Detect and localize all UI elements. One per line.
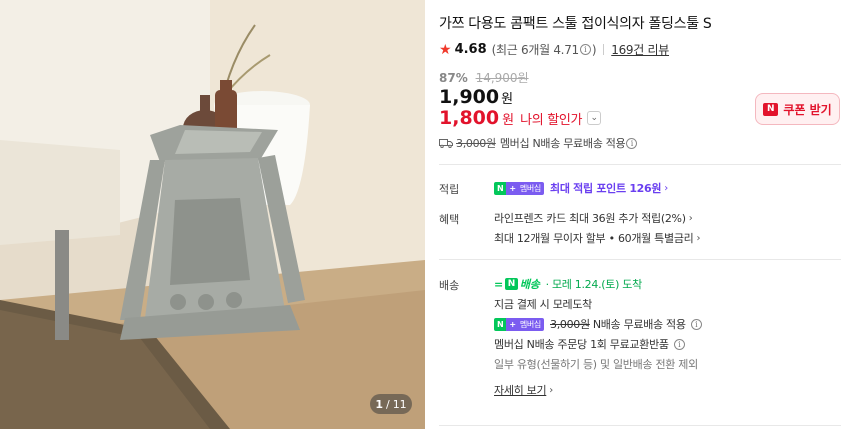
truck-icon — [439, 139, 453, 148]
section-divider — [439, 164, 841, 165]
badge-n: N — [494, 181, 507, 195]
reviews-link[interactable]: 169건 리뷰 — [611, 41, 669, 58]
arrival-date: · 모레 1.24.(토) 도착 — [545, 278, 643, 291]
chevron-right-icon: › — [696, 232, 701, 244]
delivery-details-link[interactable]: 자세히 보기 › — [494, 382, 553, 398]
sale-price-value: 1,900 — [439, 86, 500, 108]
chevron-right-icon: › — [549, 384, 553, 396]
info-icon[interactable]: i — [673, 338, 685, 350]
chevron-right-icon: › — [664, 182, 668, 194]
shipping-text: 멤버십 N배송 무료배송 적용 — [499, 137, 626, 150]
benefit-card-points[interactable]: 라인프렌즈 카드 최대 36원 추가 적립(2%) › — [494, 210, 693, 226]
naver-plus-membership-badge: N + 멤버십 — [494, 317, 544, 331]
section-divider — [439, 425, 841, 426]
my-price-label: 나의 할인가 — [520, 113, 583, 128]
product-photo — [0, 0, 425, 429]
section-divider — [439, 259, 841, 260]
naver-plus-membership-badge: N + 멤버십 — [494, 181, 544, 195]
delivery-fee-text: N배송 무료배송 적용 — [592, 318, 686, 331]
product-title: 가쯔 다용도 콤팩트 스툴 접이식의자 폴딩스툴 S — [439, 16, 712, 32]
product-info-panel: 가쯔 다용도 콤팩트 스툴 접이식의자 폴딩스툴 S ★ 4.68 (최근 6개… — [439, 0, 841, 429]
coupon-button[interactable]: N 쿠폰 받기 — [755, 93, 840, 125]
original-price: 14,900원 — [475, 71, 529, 85]
rating-score: 4.68 — [454, 42, 487, 57]
recent-rating-close: ) — [591, 42, 597, 57]
recent-rating: (최근 6개월 4.71 — [491, 43, 580, 57]
benefits-label: 혜택 — [439, 213, 460, 226]
shipping-fee-original: 3,000원 — [456, 137, 496, 150]
rating-row: ★ 4.68 (최근 6개월 4.71 i ) 169건 리뷰 — [439, 41, 669, 58]
badge-membership: 멤버십 — [518, 317, 544, 331]
benefit-installment[interactable]: 최대 12개월 무이자 할부 • 60개월 특별금리 › — [494, 230, 700, 246]
delivery-label: 배송 — [439, 279, 460, 292]
chevron-down-icon[interactable]: ⌄ — [587, 111, 602, 125]
delivery-arrival-row: = N 배송 · 모레 1.24.(토) 도착 — [494, 276, 642, 292]
benefit-line-2: 최대 12개월 무이자 할부 • 60개월 특별금리 — [494, 232, 694, 245]
n-delivery-icon: N — [504, 278, 518, 290]
my-price-value: 1,800 — [439, 107, 500, 129]
coupon-label: 쿠폰 받기 — [783, 102, 832, 117]
my-discount-price[interactable]: 1,800 원 나의 할인가 ⌄ — [439, 107, 602, 129]
info-icon[interactable]: i — [626, 137, 638, 149]
image-counter: 1 / 11 — [370, 394, 412, 414]
shipping-summary: 3,000원 멤버십 N배송 무료배송 적용 i — [439, 135, 638, 151]
details-link-text: 자세히 보기 — [494, 384, 547, 397]
delivery-pay-line: 지금 결제 시 모레도착 — [494, 298, 592, 311]
chevron-right-icon: › — [688, 212, 693, 224]
info-icon[interactable]: i — [690, 318, 702, 330]
discount-row: 87% 14,900원 — [439, 69, 529, 86]
product-image-gallery[interactable]: 1 / 11 — [0, 0, 425, 429]
delivery-fee-row: N + 멤버십 3,000원 N배송 무료배송 적용 i — [494, 316, 703, 332]
delivery-fee-original: 3,000원 — [550, 318, 590, 331]
badge-n: N — [494, 317, 507, 331]
badge-plus: + — [506, 181, 519, 195]
sale-price: 1,900 원 — [439, 86, 513, 108]
n-delivery-text: 배송 — [519, 278, 540, 291]
badge-membership: 멤버십 — [518, 181, 544, 195]
benefit-line-1: 라인프렌즈 카드 최대 36원 추가 적립(2%) — [494, 212, 686, 225]
badge-plus: + — [506, 317, 519, 331]
info-icon[interactable]: i — [579, 44, 591, 55]
discount-percent: 87% — [439, 71, 468, 85]
divider — [603, 44, 605, 55]
image-counter-total: 11 — [392, 397, 407, 411]
n-delivery-badge: = N 배송 — [494, 277, 540, 292]
points-row[interactable]: N + 멤버십 최대 적립 포인트 126원 › — [494, 180, 668, 196]
points-label: 적립 — [439, 183, 460, 196]
delivery-exchange-text: 멤버십 N배송 주문당 1회 무료교환반품 — [494, 338, 669, 351]
star-icon: ★ — [439, 41, 452, 58]
image-counter-separator: / — [385, 397, 390, 411]
my-price-unit: 원 — [502, 113, 515, 128]
image-counter-current: 1 — [375, 397, 383, 411]
sale-price-unit: 원 — [501, 92, 514, 107]
delivery-exchange-row: 멤버십 N배송 주문당 1회 무료교환반품 i — [494, 336, 686, 352]
coupon-n-icon: N — [763, 102, 779, 116]
delivery-exception: 일부 유형(선물하기 등) 및 일반배송 전환 제외 — [494, 358, 698, 371]
max-points-text: 최대 적립 포인트 126원 — [550, 182, 662, 195]
